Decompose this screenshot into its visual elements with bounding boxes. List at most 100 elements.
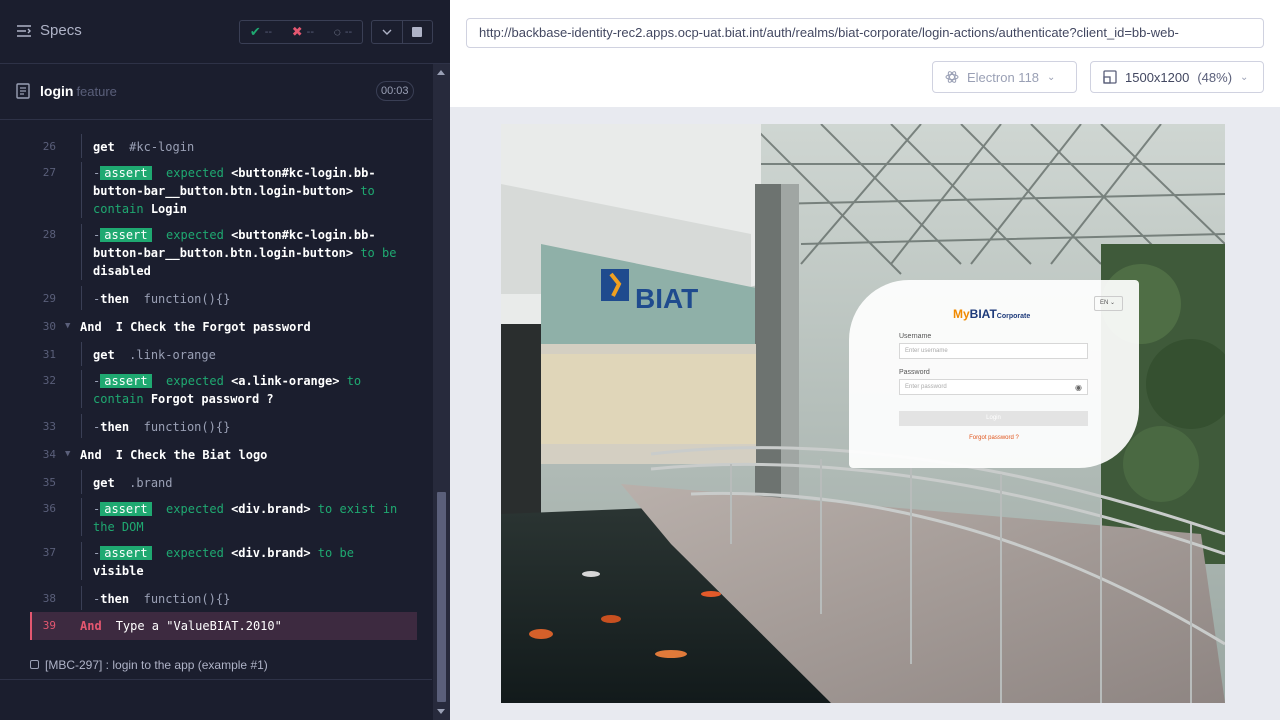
menu-icon [17, 24, 31, 37]
line-number: 38 [42, 592, 56, 605]
document-icon [16, 83, 30, 99]
indent-rail [81, 134, 82, 158]
command-text: -then function(){} [93, 292, 231, 306]
line-number: 30 [42, 320, 56, 333]
assert-badge: assert [100, 374, 152, 388]
assert-badge: assert [100, 502, 152, 516]
aut-iframe[interactable]: BIAT EN ⌄ MyBIATCorporate Username Enter… [501, 124, 1225, 703]
eye-icon[interactable]: ◉ [1075, 381, 1082, 395]
line-number: 36 [42, 502, 56, 515]
aut-header: http://backbase-identity-rec2.apps.ocp-u… [450, 0, 1280, 107]
indent-rail [81, 224, 82, 280]
step-row[interactable]: 34 ▼ And I Check the Biat logo [30, 444, 417, 464]
line-number: 37 [42, 546, 56, 559]
command-text: - assert expected <div.brand> to be visib… [93, 546, 354, 578]
pending-icon: ◌ [333, 25, 341, 39]
test-row[interactable]: [MBC-297] : login to the app (example #1… [0, 648, 432, 680]
command-text: And I Check the Forgot password [80, 320, 311, 334]
viewport-size: 1500x1200 [1125, 69, 1190, 85]
indent-rail [81, 586, 82, 610]
reporter-header: Specs ✔ -- ✖ -- ◌ -- [0, 0, 450, 64]
line-number: 39 [42, 619, 56, 632]
indent-rail [81, 286, 82, 310]
chevron-down-icon[interactable]: ▼ [65, 449, 70, 459]
command-text: get .link-orange [93, 348, 216, 362]
line-number: 28 [42, 228, 56, 241]
scrollbar-thumb[interactable] [437, 492, 446, 702]
login-button[interactable]: Login [899, 411, 1088, 426]
test-state-icon [30, 660, 39, 669]
line-number: 35 [42, 476, 56, 489]
command-row[interactable]: 37 - assert expected <div.brand> to be vis… [30, 542, 417, 580]
indent-rail [81, 498, 82, 536]
command-log-scrollbar[interactable] [433, 64, 450, 720]
zoom-level: (48%) [1197, 69, 1233, 85]
indent-rail [81, 370, 82, 408]
url-bar[interactable]: http://backbase-identity-rec2.apps.ocp-u… [466, 18, 1264, 48]
expand-button[interactable] [372, 21, 402, 43]
password-label: Password [899, 369, 930, 376]
passed-stat: ✔ -- [249, 24, 273, 39]
reporter-panel: Specs ✔ -- ✖ -- ◌ -- login feature 00:03 26 g… [0, 0, 450, 720]
browser-name: Electron 118 [967, 69, 1040, 85]
chevron-down-icon[interactable]: ▼ [65, 321, 70, 331]
duration-badge: 00:03 [376, 81, 414, 101]
command-row[interactable]: 35 get .brand [30, 470, 417, 494]
viewport-selector[interactable]: 1500x1200 (48%) ⌄ [1090, 61, 1264, 93]
command-row[interactable]: 31 get .link-orange [30, 342, 417, 366]
command-text: - assert expected <button#kc-login.bb-but… [93, 166, 376, 216]
indent-rail [81, 162, 82, 218]
command-text: And Type a "ValueBIAT.2010" [80, 619, 282, 633]
command-log: 26 get #kc-login 27 - assert expected <butto… [0, 120, 432, 648]
command-row[interactable]: 33 -then function(){} [30, 414, 417, 438]
line-number: 26 [42, 140, 56, 153]
stop-button[interactable] [401, 21, 433, 43]
indent-rail [81, 342, 82, 366]
indent-rail [81, 542, 82, 580]
specs-button[interactable]: Specs [16, 22, 82, 39]
line-number: 33 [42, 420, 56, 433]
language-select[interactable]: EN ⌄ [1094, 296, 1123, 311]
pending-stat: ◌ -- [333, 25, 353, 39]
assert-badge: assert [100, 546, 152, 560]
electron-icon [945, 71, 959, 83]
command-row[interactable]: 29 -then function(){} [30, 286, 417, 310]
svg-text:BIAT: BIAT [635, 283, 698, 314]
command-text: - assert expected <a.link-orange> to cont… [93, 374, 362, 406]
command-row[interactable]: 26 get #kc-login [30, 134, 417, 158]
line-number: 31 [42, 348, 56, 361]
command-row[interactable]: 28 - assert expected <button#kc-login.bb-b… [30, 224, 417, 280]
step-row[interactable]: 30 ▼ And I Check the Forgot password [30, 316, 417, 336]
x-icon: ✖ [291, 24, 303, 39]
test-title: [MBC-297] : login to the app (example #1… [45, 658, 268, 672]
stats-summary: ✔ -- ✖ -- ◌ -- [239, 20, 363, 44]
chevron-down-icon [382, 29, 392, 35]
command-row[interactable]: 32 - assert expected <a.link-orange> to co… [30, 370, 417, 408]
command-text: get #kc-login [93, 140, 195, 154]
step-row[interactable]: 39 And Type a "ValueBIAT.2010" [30, 612, 417, 640]
assert-badge: assert [100, 228, 152, 242]
scroll-down-icon[interactable] [437, 709, 445, 714]
command-text: - assert expected <button#kc-login.bb-but… [93, 228, 397, 278]
line-number: 29 [42, 292, 56, 305]
username-input[interactable]: Enter username [899, 343, 1088, 359]
indent-rail [81, 470, 82, 494]
command-row[interactable]: 27 - assert expected <button#kc-login.bb-b… [30, 162, 417, 218]
command-row[interactable]: 38 -then function(){} [30, 586, 417, 610]
command-text: get .brand [93, 476, 173, 490]
scroll-up-icon[interactable] [437, 70, 445, 75]
browser-selector[interactable]: Electron 118 ⌄ [932, 61, 1077, 93]
command-text: And I Check the Biat logo [80, 448, 268, 462]
command-text: -then function(){} [93, 592, 231, 606]
command-text: - assert expected <div.brand> to exist in… [93, 502, 398, 534]
assert-badge: assert [100, 166, 152, 180]
line-number: 34 [42, 448, 56, 461]
command-row[interactable]: 36 - assert expected <div.brand> to exist … [30, 498, 417, 536]
password-input[interactable]: Enter password ◉ [899, 379, 1088, 395]
check-icon: ✔ [249, 24, 261, 39]
username-label: Username [899, 333, 932, 340]
command-text: -then function(){} [93, 420, 231, 434]
forgot-password-link[interactable]: Forgot password ? [849, 435, 1139, 441]
spec-file-header: login feature 00:03 [0, 64, 432, 120]
run-controls [371, 20, 433, 44]
